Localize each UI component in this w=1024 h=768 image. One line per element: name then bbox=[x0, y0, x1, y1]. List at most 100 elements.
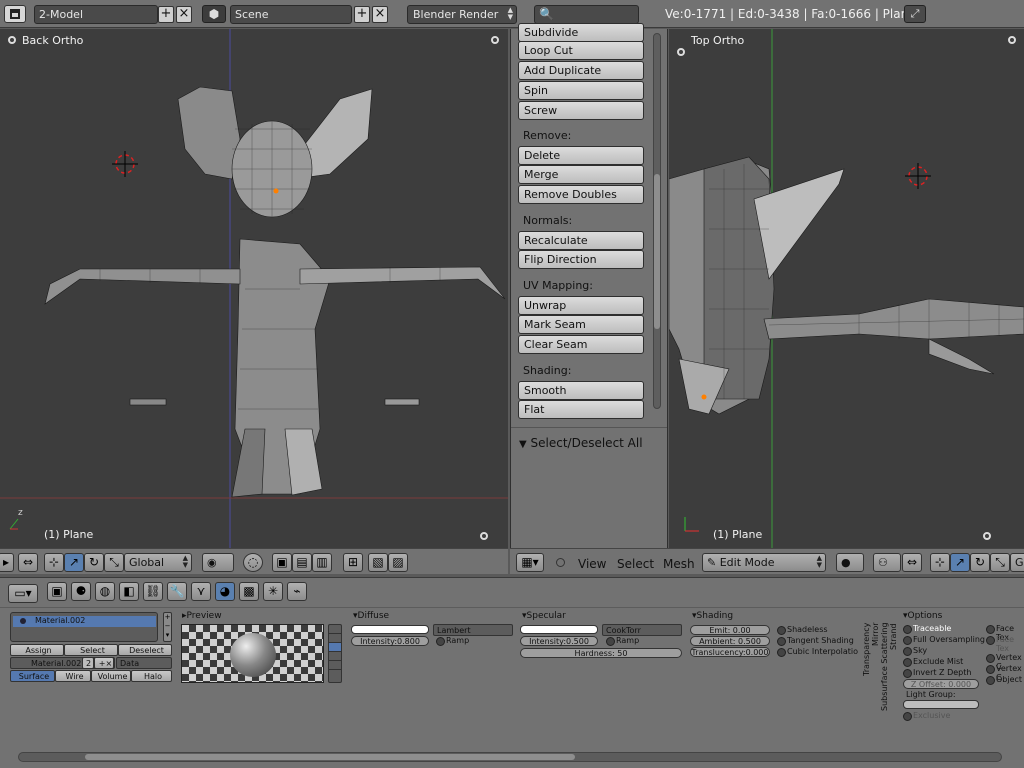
object-tab-icon[interactable]: ◧ bbox=[119, 582, 139, 601]
tool-scrollbar[interactable] bbox=[653, 33, 661, 409]
corner-widget-icon[interactable] bbox=[1008, 36, 1016, 44]
material-users[interactable]: 2 bbox=[82, 657, 94, 669]
vertex-select-icon[interactable]: ▣ bbox=[272, 553, 292, 572]
scrollbar-thumb[interactable] bbox=[85, 754, 575, 760]
select-button[interactable]: Select bbox=[64, 644, 118, 656]
add-duplicate-button[interactable]: Add Duplicate bbox=[518, 61, 644, 80]
scene-tab-icon[interactable]: ⚈ bbox=[71, 582, 91, 601]
scene-name-field[interactable]: Scene bbox=[230, 5, 352, 24]
translucency-slider[interactable]: Translucency:0.000 bbox=[690, 647, 770, 657]
texture-tab-icon[interactable]: ▩ bbox=[239, 582, 259, 601]
traceable-checkbox[interactable]: Traceable bbox=[903, 624, 951, 634]
diffuse-color[interactable] bbox=[351, 625, 429, 634]
material-slot-item[interactable]: Material.002 bbox=[13, 616, 156, 627]
material-slot-list[interactable]: Material.002 bbox=[10, 612, 158, 642]
camera-render-icon[interactable]: ▧ bbox=[368, 553, 388, 572]
manipulator-icon[interactable]: ⊹ bbox=[930, 553, 950, 572]
particles-tab-icon[interactable]: ✳ bbox=[263, 582, 283, 601]
object-color-checkbox[interactable]: Object bbox=[986, 675, 1022, 685]
assign-button[interactable]: Assign bbox=[10, 644, 64, 656]
world-tab-icon[interactable]: ◍ bbox=[95, 582, 115, 601]
tab-wire[interactable]: Wire bbox=[55, 670, 91, 682]
scene-icon[interactable]: ⬢ bbox=[202, 5, 226, 23]
preview-type-column[interactable] bbox=[328, 624, 342, 683]
constraints-tab-icon[interactable]: ⛓ bbox=[143, 582, 163, 601]
flip-direction-button[interactable]: Flip Direction bbox=[518, 250, 644, 269]
edge-select-icon[interactable]: ▤ bbox=[292, 553, 312, 572]
loop-cut-button[interactable]: Loop Cut bbox=[518, 41, 644, 60]
properties-h-scrollbar[interactable] bbox=[18, 752, 1002, 762]
translate-icon[interactable]: ↗ bbox=[64, 553, 84, 572]
view-options-icon[interactable] bbox=[8, 36, 16, 44]
physics-tab-icon[interactable]: ⌁ bbox=[287, 582, 307, 601]
flat-button[interactable]: Flat bbox=[518, 400, 644, 419]
translate-icon[interactable]: ↗ bbox=[950, 553, 970, 572]
corner-widget-icon[interactable] bbox=[983, 532, 991, 540]
tangent-shading-checkbox[interactable]: Tangent Shading bbox=[777, 636, 854, 646]
editor-type-icon[interactable]: ▸ bbox=[0, 553, 14, 572]
modifiers-tab-icon[interactable]: 🔧 bbox=[167, 582, 187, 601]
pivot-select[interactable]: ⚇ bbox=[873, 553, 901, 572]
fullscreen-icon[interactable]: ⤢ bbox=[904, 5, 926, 23]
scale-icon[interactable]: ⤡ bbox=[990, 553, 1010, 572]
data-tab-icon[interactable]: ⋎ bbox=[191, 582, 211, 601]
mode-select[interactable]: ✎ Edit Mode ▲ ▼ bbox=[702, 553, 826, 572]
z-offset-slider[interactable]: Z Offset: 0.000 bbox=[903, 679, 979, 689]
select-menu[interactable]: Select bbox=[617, 557, 654, 571]
hardness-slider[interactable]: Hardness: 50 bbox=[520, 648, 682, 658]
screen-name-field[interactable]: 2-Model bbox=[34, 5, 158, 24]
shadeless-checkbox[interactable]: Shadeless bbox=[777, 625, 828, 635]
sky-checkbox[interactable]: Sky bbox=[903, 646, 927, 656]
cubic-interpolation-checkbox[interactable]: Cubic Interpolatio bbox=[777, 647, 858, 657]
rotate-icon[interactable]: ↻ bbox=[970, 553, 990, 572]
screw-button[interactable]: Screw bbox=[518, 101, 644, 120]
manipulator-icon[interactable]: ⊹ bbox=[44, 553, 64, 572]
diffuse-shader-select[interactable]: Lambert bbox=[433, 624, 513, 636]
spin-button[interactable]: Spin bbox=[518, 81, 644, 100]
emit-slider[interactable]: Emit: 0.00 bbox=[690, 625, 770, 635]
editor-type-icon[interactable]: ▦▾ bbox=[516, 553, 544, 572]
collapse-icon[interactable]: ⇔ bbox=[18, 553, 38, 572]
proportional-icon[interactable]: ◌ bbox=[243, 553, 263, 572]
shading-panel-title[interactable]: ▾Shading bbox=[692, 611, 733, 621]
scale-icon[interactable]: ⤡ bbox=[104, 553, 124, 572]
add-scene-button[interactable]: + bbox=[354, 6, 370, 23]
rotate-icon[interactable]: ↻ bbox=[84, 553, 104, 572]
specular-ramp-checkbox[interactable]: Ramp bbox=[606, 636, 639, 646]
corner-widget-icon[interactable] bbox=[677, 48, 685, 56]
recalculate-button[interactable]: Recalculate bbox=[518, 231, 644, 250]
remove-doubles-button[interactable]: Remove Doubles bbox=[518, 185, 644, 204]
delete-screen-button[interactable]: × bbox=[176, 6, 192, 23]
add-screen-button[interactable]: + bbox=[158, 6, 174, 23]
transform-orientation-select[interactable]: Global ▲ ▼ bbox=[124, 553, 192, 572]
smooth-button[interactable]: Smooth bbox=[518, 381, 644, 400]
unwrap-button[interactable]: Unwrap bbox=[518, 296, 644, 315]
specular-panel-title[interactable]: ▾Specular bbox=[522, 611, 566, 621]
mesh-menu[interactable]: Mesh bbox=[663, 557, 695, 571]
editor-type-icon[interactable]: ▭▾ bbox=[8, 584, 38, 603]
occlude-icon[interactable]: ⊞ bbox=[343, 553, 363, 572]
subdivide-button[interactable]: Subdivide bbox=[518, 23, 644, 42]
menu-collapse-icon[interactable] bbox=[556, 558, 565, 567]
transform-orientation-select[interactable]: G bbox=[1010, 553, 1024, 572]
tab-halo[interactable]: Halo bbox=[131, 670, 172, 682]
mark-seam-button[interactable]: Mark Seam bbox=[518, 315, 644, 334]
render-engine-select[interactable]: Blender Render ▲ ▼ bbox=[407, 5, 517, 24]
mirror-panel-tab[interactable]: Mirror bbox=[871, 622, 880, 646]
viewport-back-ortho[interactable]: Back Ortho z (1) Plane bbox=[0, 29, 508, 548]
sss-panel-tab[interactable]: Subsurface Scattering bbox=[880, 622, 889, 711]
search-field[interactable]: 🔍 bbox=[534, 5, 639, 24]
material-unlink[interactable]: +× bbox=[94, 657, 114, 669]
operator-panel-header[interactable]: ▼ Select/Deselect All bbox=[519, 436, 643, 450]
slot-add-remove[interactable]: + − ▾ bbox=[163, 612, 172, 642]
exclusive-checkbox[interactable]: Exclusive bbox=[903, 711, 950, 721]
viewport-top-ortho[interactable]: Top Ortho (1) Plane bbox=[669, 29, 1024, 548]
diffuse-intensity-slider[interactable]: Intensity:0.800 bbox=[351, 636, 429, 646]
collapse-icon[interactable]: ⇔ bbox=[902, 553, 922, 572]
corner-widget-icon[interactable] bbox=[491, 36, 499, 44]
strand-panel-tab[interactable]: Strand bbox=[889, 623, 898, 650]
merge-button[interactable]: Merge bbox=[518, 165, 644, 184]
shading-select[interactable]: ● bbox=[836, 553, 864, 572]
diffuse-panel-title[interactable]: ▾Diffuse bbox=[353, 611, 389, 621]
link-data-select[interactable]: Data bbox=[116, 657, 172, 669]
